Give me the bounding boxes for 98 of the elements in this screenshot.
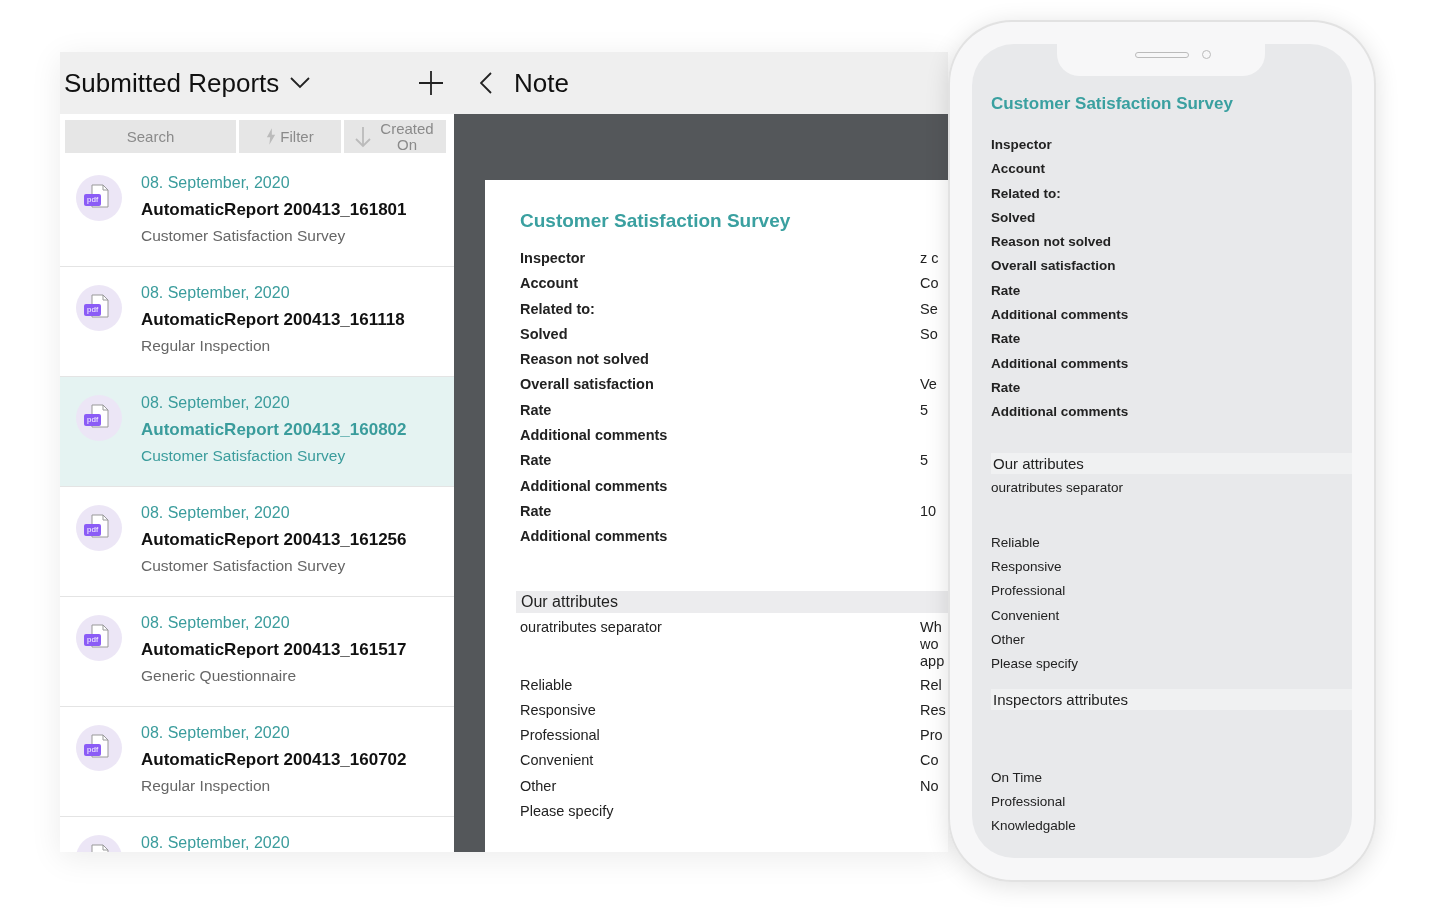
report-type: Customer Satisfaction Survey bbox=[141, 556, 347, 576]
field-label: Additional comments bbox=[520, 477, 669, 494]
report-name: AutomaticReport 200413_161517 bbox=[141, 639, 407, 661]
add-icon[interactable] bbox=[418, 70, 444, 96]
field-value: Rel bbox=[920, 676, 942, 693]
panel-title: Submitted Reports bbox=[64, 67, 280, 99]
field-label: ouratributes separator bbox=[520, 618, 663, 635]
field-label: Please specify bbox=[520, 803, 615, 820]
section-header: Our attributes bbox=[516, 590, 948, 613]
field-value: Res bbox=[920, 701, 946, 718]
field-value: Se bbox=[920, 300, 938, 317]
field-label: ouratributes separator bbox=[991, 479, 1125, 497]
chevron-down-icon[interactable] bbox=[289, 76, 312, 90]
section-header: Our attributes bbox=[991, 452, 1352, 474]
field-label: Knowledgable bbox=[991, 818, 1077, 836]
pdf-file-icon: pdf bbox=[76, 505, 122, 551]
report-date: 08. September, 2020 bbox=[141, 173, 291, 193]
field-label: Rate bbox=[991, 282, 1022, 300]
field-label: Reason not solved bbox=[991, 234, 1113, 252]
report-name: AutomaticReport 200413_160802 bbox=[141, 419, 407, 441]
report-list-item[interactable]: pdf 08. September, 2020 AutomaticReport 200413_160802 Customer Satisfaction Survey bbox=[60, 377, 454, 487]
down-arrow-icon bbox=[355, 125, 371, 148]
field-label: Professional bbox=[520, 727, 601, 744]
report-name: AutomaticReport 200413_161801 bbox=[141, 199, 407, 221]
field-value: So bbox=[920, 325, 938, 342]
field-label: Inspector bbox=[991, 137, 1053, 154]
report-name: AutomaticReport 200413_160702 bbox=[141, 749, 407, 771]
field-label: Related to: bbox=[520, 300, 596, 317]
pdf-file-icon: pdf bbox=[76, 285, 122, 331]
report-list-item[interactable]: pdf 08. September, 2020 AutomaticReport 200413_161801 Customer Satisfaction Survey bbox=[60, 157, 454, 267]
field-label: Reliable bbox=[991, 534, 1041, 552]
field-label: Rate bbox=[520, 452, 553, 469]
report-date: 08. September, 2020 bbox=[141, 613, 291, 633]
field-label: Account bbox=[991, 161, 1046, 179]
report-type: Generic Questionnaire bbox=[141, 666, 298, 686]
field-label: Related to: bbox=[991, 185, 1062, 203]
field-value: Pro bbox=[920, 727, 943, 744]
field-label: Account bbox=[520, 275, 579, 292]
report-date: 08. September, 2020 bbox=[141, 283, 291, 303]
document-title: Customer Satisfaction Survey bbox=[520, 210, 792, 232]
document-title: Customer Satisfaction Survey bbox=[991, 94, 1234, 114]
field-value: 5 bbox=[920, 401, 929, 418]
field-label: Additional comments bbox=[520, 528, 669, 545]
report-list-item[interactable]: pdf 08. September, 2020 AutomaticReport 200413_161517 Generic Questionnaire bbox=[60, 597, 454, 707]
field-label: Convenient bbox=[520, 752, 595, 769]
report-type: Regular Inspection bbox=[141, 336, 272, 356]
report-list-item[interactable]: pdf 08. September, 2020 AutomaticReport 200413_160702 Regular Inspection bbox=[60, 707, 454, 817]
field-label: Solved bbox=[520, 325, 569, 342]
field-label: Additional comments bbox=[991, 307, 1130, 325]
field-value: 10 bbox=[920, 502, 937, 519]
field-value: Co bbox=[920, 752, 939, 769]
report-name: AutomaticReport 200413_161118 bbox=[141, 309, 405, 331]
pdf-file-icon: pdf bbox=[76, 175, 122, 221]
report-date: 08. September, 2020 bbox=[141, 503, 291, 523]
field-value: Co bbox=[920, 275, 939, 292]
field-label: Additional comments bbox=[991, 404, 1130, 422]
field-label: Convenient bbox=[991, 607, 1061, 625]
search-field[interactable]: Search bbox=[65, 120, 236, 153]
field-label: Rate bbox=[520, 401, 553, 418]
pdf-file-icon: pdf bbox=[76, 395, 122, 441]
field-label: Professional bbox=[991, 583, 1067, 601]
lightning-icon bbox=[266, 128, 277, 145]
pdf-file-icon: pdf bbox=[76, 725, 122, 771]
field-label: Inspector bbox=[520, 250, 587, 266]
field-label: Rate bbox=[991, 379, 1022, 397]
pdf-file-icon: pdf bbox=[76, 615, 122, 661]
back-icon[interactable] bbox=[480, 72, 492, 94]
field-label: Additional comments bbox=[520, 427, 669, 444]
field-value: Ve bbox=[920, 376, 937, 393]
report-date: 08. September, 2020 bbox=[141, 723, 291, 743]
field-label: Solved bbox=[991, 209, 1037, 227]
field-label: Rate bbox=[520, 502, 553, 519]
field-value: z c bbox=[920, 250, 939, 266]
field-value: 5 bbox=[920, 452, 929, 469]
field-value: Wh wo app bbox=[920, 618, 945, 670]
field-label: Other bbox=[520, 777, 558, 794]
field-value: No bbox=[920, 777, 939, 794]
report-type: Customer Satisfaction Survey bbox=[141, 226, 347, 246]
field-label: Rate bbox=[991, 331, 1022, 349]
field-label: Responsive bbox=[991, 559, 1063, 577]
report-date: 08. September, 2020 bbox=[141, 833, 290, 852]
field-label: Other bbox=[991, 632, 1026, 650]
field-label: Professional bbox=[991, 793, 1067, 811]
field-label: Please specify bbox=[991, 656, 1080, 674]
field-label: Responsive bbox=[520, 701, 597, 718]
report-type: Regular Inspection bbox=[141, 776, 272, 796]
field-label: Reason not solved bbox=[520, 351, 650, 368]
field-label: Overall satisfaction bbox=[520, 376, 655, 393]
field-label: Reliable bbox=[520, 676, 574, 693]
report-list-item[interactable]: pdf 08. September, 2020 AutomaticReport 200413_161256 Customer Satisfaction Survey bbox=[60, 487, 454, 597]
report-type: Customer Satisfaction Survey bbox=[141, 446, 347, 466]
section-header: Inspectors attributes bbox=[991, 688, 1352, 710]
field-label: On Time bbox=[991, 769, 1043, 787]
report-name: AutomaticReport 200413_161256 bbox=[141, 529, 407, 551]
report-date: 08. September, 2020 bbox=[141, 393, 291, 413]
field-label: Additional comments bbox=[991, 355, 1130, 373]
field-label: Overall satisfaction bbox=[991, 258, 1117, 276]
note-title: Note bbox=[514, 67, 569, 99]
